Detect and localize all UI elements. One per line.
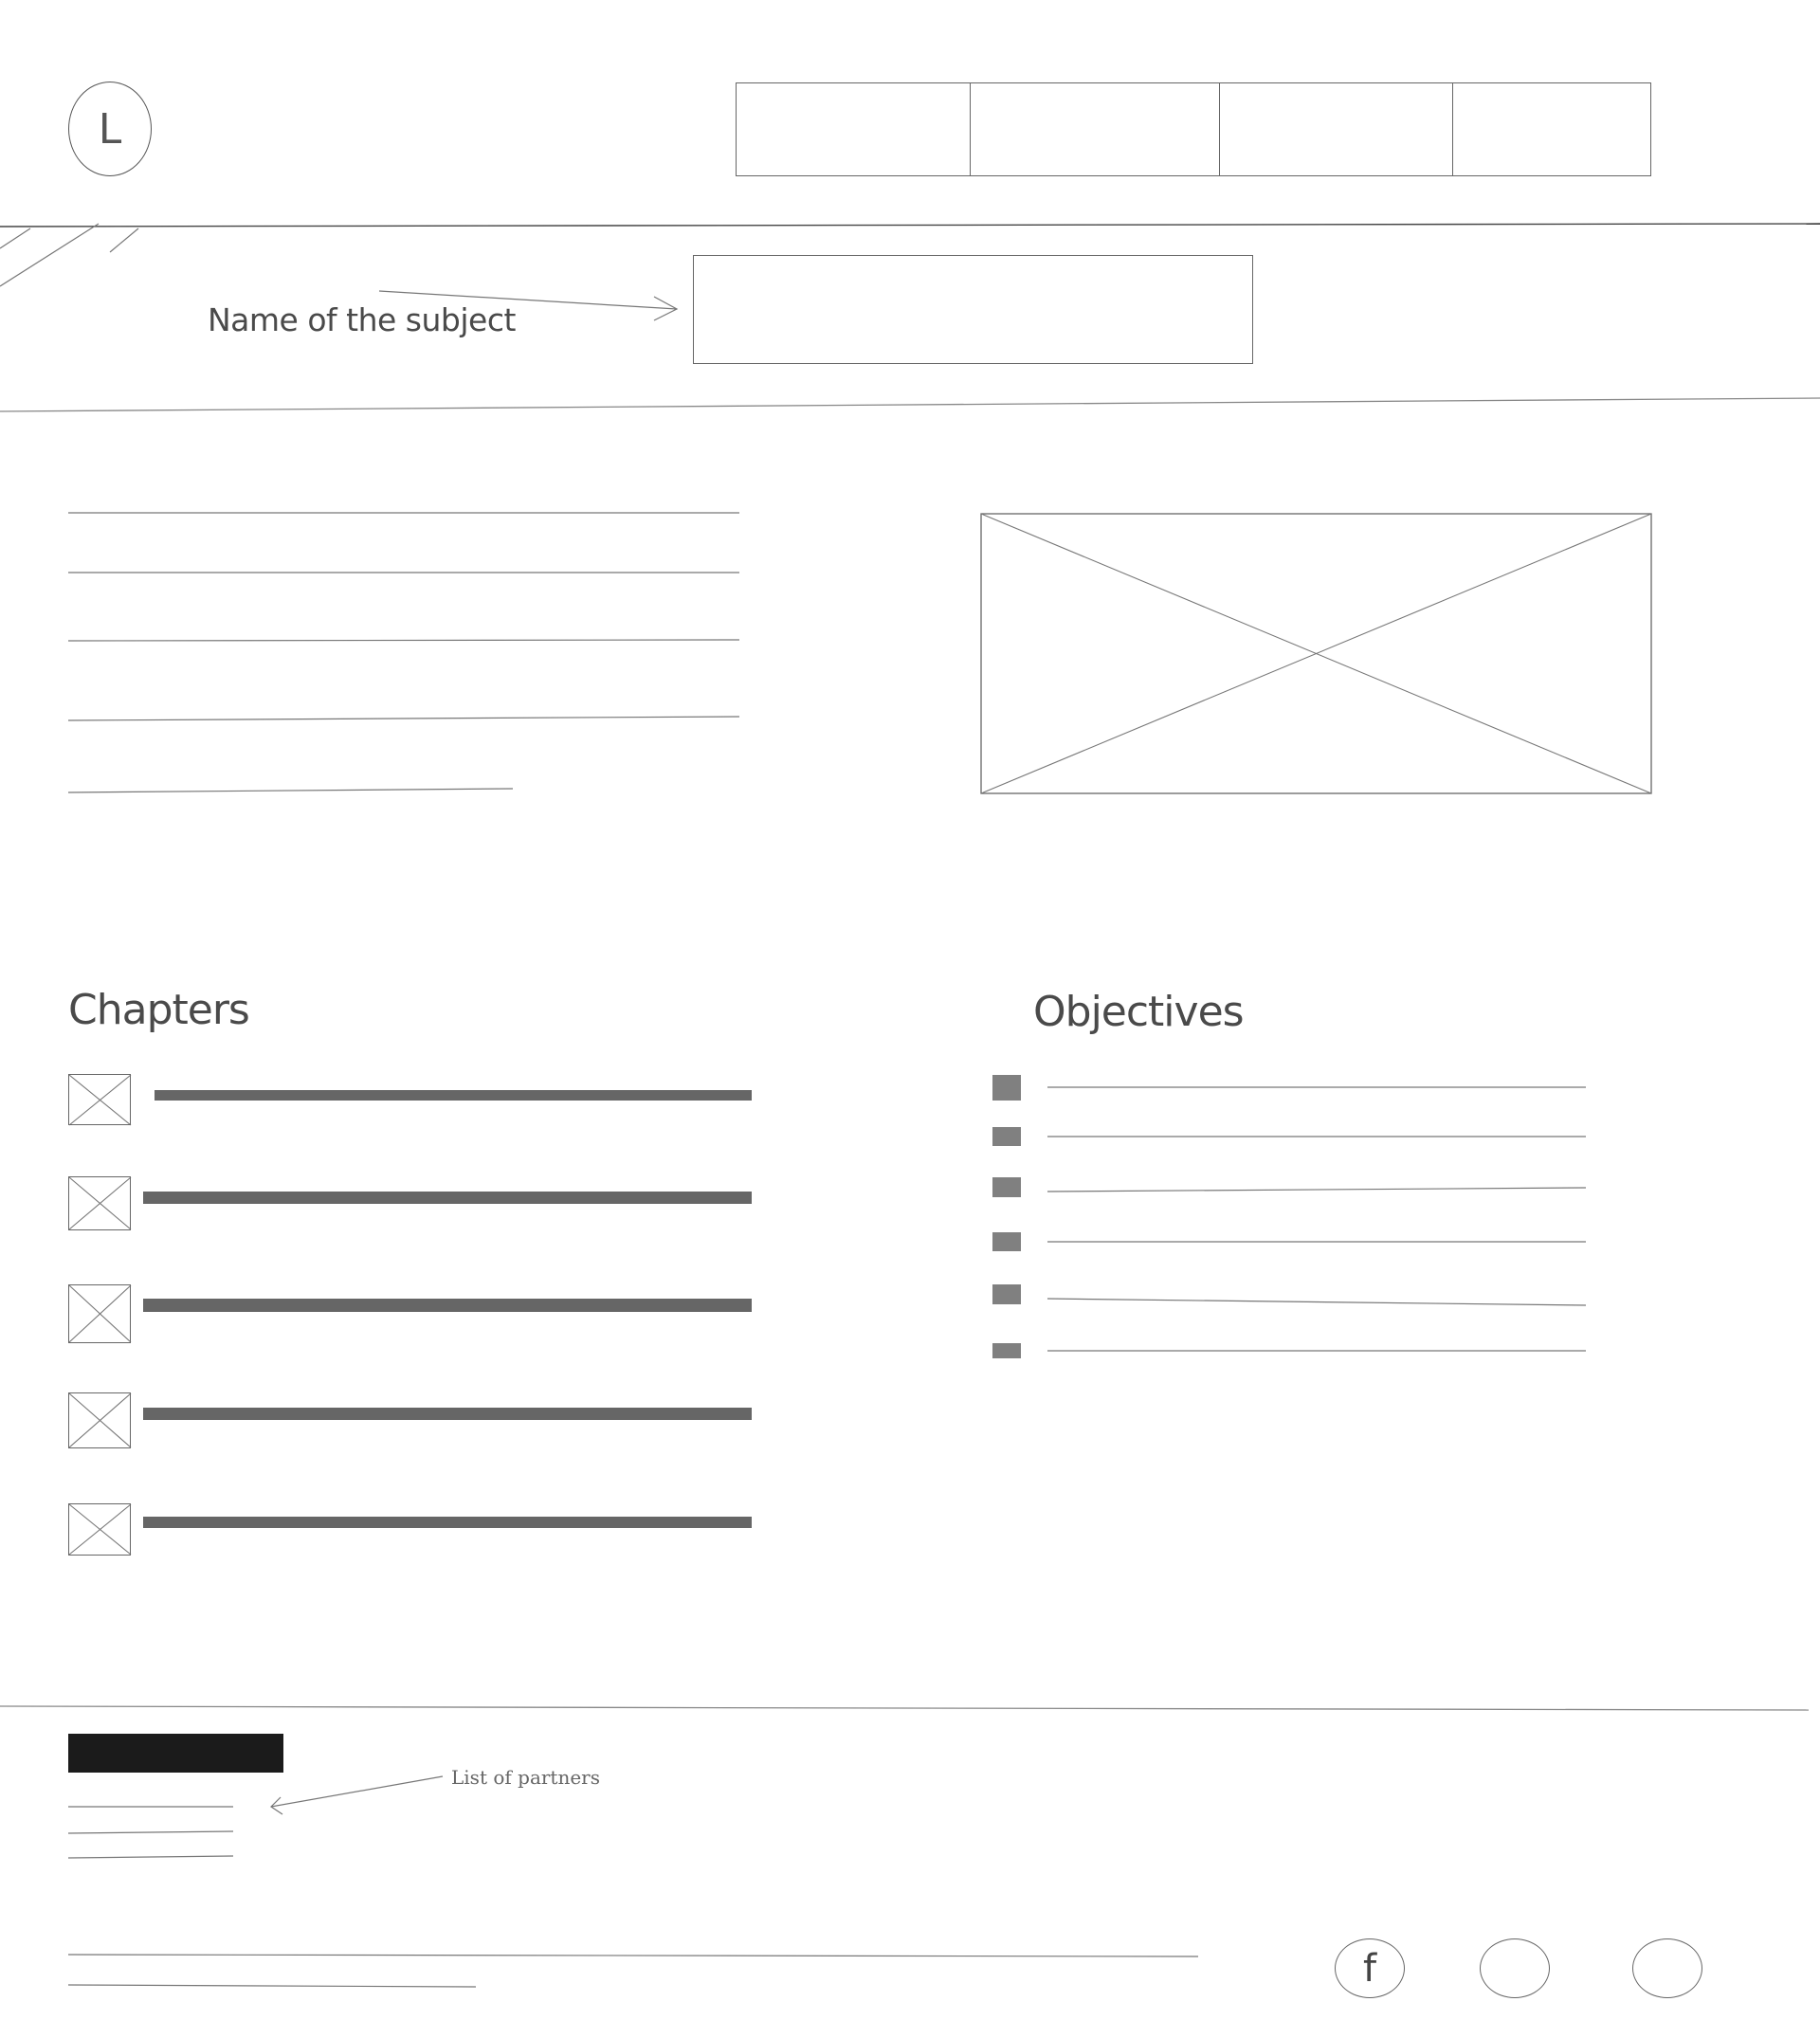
- nav-bar: [736, 82, 1651, 176]
- social-icon[interactable]: [1480, 1938, 1550, 1998]
- objective-bullet: [992, 1232, 1021, 1251]
- hatch-mark: [0, 223, 100, 287]
- chapter-title-bar[interactable]: [143, 1408, 752, 1420]
- objective-text-line: [1046, 1298, 1587, 1306]
- objective-bullet: [992, 1284, 1021, 1304]
- objective-bullet: [992, 1075, 1021, 1101]
- footer-text-line: [67, 1954, 1199, 1957]
- social-icon[interactable]: [1632, 1938, 1702, 1998]
- intro-text-line: [67, 639, 740, 642]
- subject-name-field[interactable]: [693, 255, 1253, 364]
- chapter-thumbnail: [68, 1503, 131, 1556]
- partner-line: [67, 1830, 234, 1834]
- header-divider: [0, 223, 1820, 227]
- nav-item-1[interactable]: [737, 83, 971, 175]
- partner-line: [67, 1855, 234, 1859]
- logo[interactable]: L: [68, 82, 152, 176]
- chapter-thumbnail: [68, 1074, 131, 1125]
- nav-item-2[interactable]: [971, 83, 1220, 175]
- objective-bullet: [992, 1177, 1021, 1197]
- nav-item-4[interactable]: [1453, 83, 1650, 175]
- intro-text-line: [67, 716, 740, 721]
- footer-text-line: [67, 1984, 477, 1988]
- subject-divider: [0, 397, 1820, 412]
- facebook-icon[interactable]: f: [1335, 1938, 1405, 1998]
- intro-text-line: [67, 788, 514, 793]
- footer-divider: [0, 1705, 1810, 1711]
- chapters-heading: Chapters: [68, 986, 250, 1034]
- objectives-heading: Objectives: [1033, 988, 1245, 1036]
- partners-heading-block: [68, 1734, 283, 1773]
- nav-item-3[interactable]: [1220, 83, 1453, 175]
- facebook-glyph: f: [1362, 1946, 1377, 1991]
- chapter-title-bar[interactable]: [143, 1517, 752, 1528]
- chapter-thumbnail: [68, 1176, 131, 1230]
- subject-label: Name of the subject: [208, 301, 516, 338]
- chapter-title-bar[interactable]: [143, 1192, 752, 1204]
- hatch-mark: [109, 227, 139, 253]
- objective-bullet: [992, 1343, 1021, 1358]
- objective-text-line: [1046, 1187, 1587, 1192]
- chapter-title-bar[interactable]: [143, 1299, 752, 1312]
- logo-letter: L: [98, 104, 122, 154]
- partner-arrow: [270, 1775, 444, 1808]
- chapter-thumbnail: [68, 1392, 131, 1448]
- objective-bullet: [992, 1127, 1021, 1146]
- chapter-thumbnail: [68, 1284, 131, 1343]
- chapter-title-bar[interactable]: [155, 1090, 752, 1101]
- hatch-mark: [0, 227, 31, 249]
- partners-annotation: List of partners: [451, 1766, 601, 1789]
